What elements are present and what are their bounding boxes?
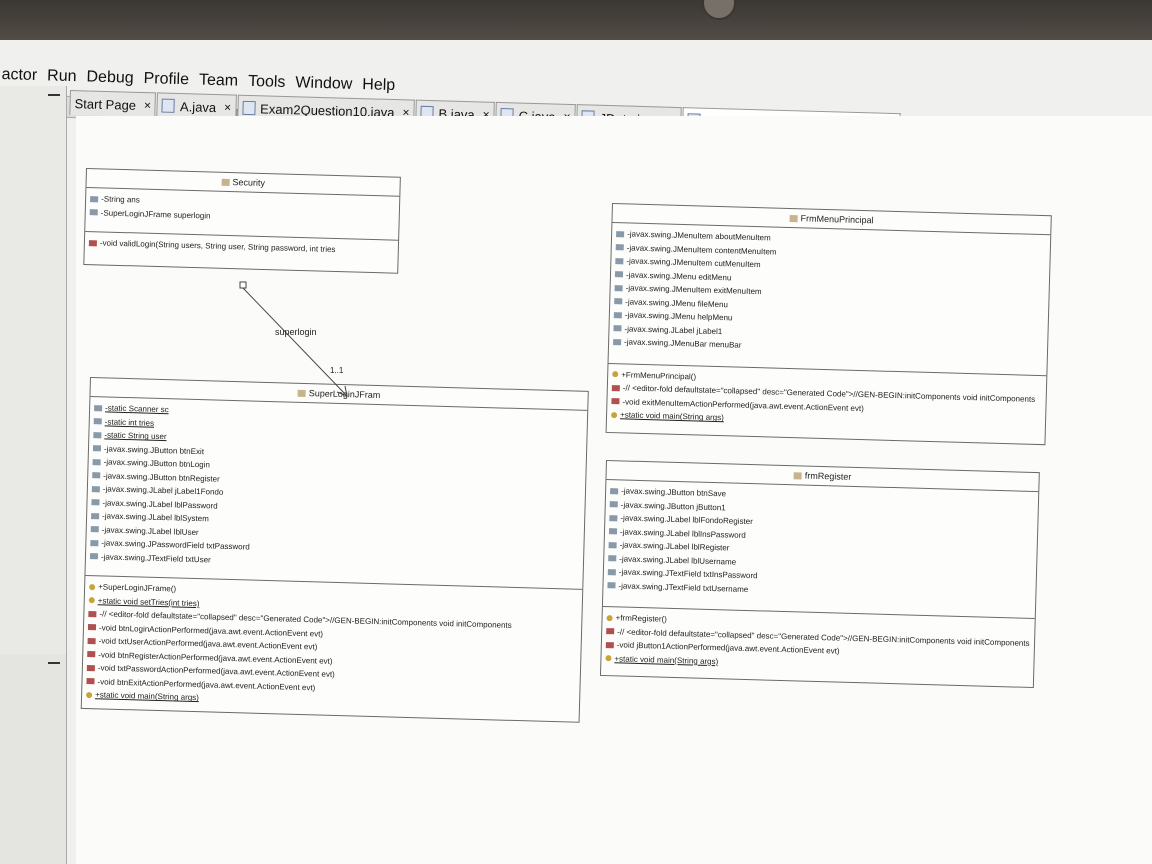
method-icon [611,411,618,418]
association-label: superlogin [275,327,317,337]
method-icon [611,398,620,405]
field-icon [90,195,99,203]
methods-section: +frmRegister() -// <editor-fold defaultst… [601,607,1035,687]
menu-help[interactable]: Help [362,76,395,95]
menu-window[interactable]: Window [295,74,352,94]
field-icon [89,209,98,216]
field-icon [607,582,616,589]
fields-section: -javax.swing.JButton btnSave -javax.swing… [602,480,1039,620]
tab-label: A.java [179,98,217,115]
method-icon [606,628,615,635]
field-icon [94,404,103,412]
field-icon [90,539,99,547]
method-icon [87,624,97,631]
class-box-frmmenuprincipal[interactable]: FrmMenuPrincipal -javax.swing.JMenuItem a… [605,203,1052,445]
field-icon [607,568,616,576]
method-icon [88,239,97,247]
method-icon [605,655,612,662]
field-icon [89,553,99,560]
method-icon [87,637,96,645]
field-icon [608,555,617,562]
navigator-panel [0,654,67,864]
class-icon [793,472,802,480]
field-icon [93,418,102,425]
tab-0[interactable]: Start Page × [69,90,157,118]
menu-tools[interactable]: Tools [248,73,286,92]
fields-section: -javax.swing.JMenuItem aboutMenuItem -jav… [608,223,1051,376]
method-icon [88,610,97,618]
class-icon [789,215,798,223]
field-icon [609,514,618,522]
class-box-superloginjframe[interactable]: SuperLoginJFram -static Scanner sc -static… [80,377,589,723]
method-icon [87,651,96,658]
method-icon [86,678,95,685]
fields-section: -static Scanner sc -static int tries -stat… [85,397,588,590]
field-icon [93,431,102,439]
menu-debug[interactable]: Debug [86,68,134,87]
field-icon [91,485,100,493]
field-icon [92,445,102,452]
methods-section: +FrmMenuPrincipal() -// <editor-fold defa… [607,363,1047,443]
field-icon [92,472,101,479]
field-icon [614,284,623,292]
field-icon [614,271,624,278]
field-icon [613,311,622,319]
field-icon [608,528,618,535]
close-icon[interactable]: × [224,100,231,114]
field-icon [91,499,100,506]
menu-run[interactable]: Run [47,67,77,86]
field-icon [613,338,622,346]
field-icon [608,541,617,549]
field-icon [609,501,618,508]
field-icon [616,230,625,238]
field-icon [91,512,100,520]
class-icon [297,389,306,398]
method-icon [86,691,93,698]
minimize-icon[interactable] [48,662,60,664]
class-icon [221,178,230,187]
tab-label: Start Page [74,95,137,113]
method-icon [605,641,614,649]
field-icon [615,244,624,251]
method-icon [88,597,95,604]
close-icon[interactable]: × [144,98,151,112]
minimize-icon[interactable] [48,94,60,96]
class-box-security[interactable]: Security -String ans -SuperLoginJFrame sup… [83,168,401,274]
method-icon [612,371,619,378]
menu-team[interactable]: Team [199,72,239,91]
menu-actor[interactable]: actor [1,66,37,85]
field-icon [613,325,622,332]
method-icon [611,384,620,392]
method-icon [86,664,95,671]
field-icon [615,257,624,265]
class-box-frmregister[interactable]: frmRegister -javax.swing.JButton btnSave -… [599,460,1040,689]
method-icon [606,614,613,621]
class-method[interactable]: -void validLogin(String users, String us… [88,236,394,258]
projects-panel [0,86,67,662]
method-icon [89,583,96,590]
java-file-icon [161,98,176,113]
methods-section: +SuperLoginJFrame() +static void setTries… [82,576,582,721]
field-icon [610,487,619,495]
field-icon [90,526,99,533]
field-icon [92,458,101,466]
field-icon [614,298,623,305]
menu-profile[interactable]: Profile [143,70,189,89]
java-file-icon [241,100,256,116]
